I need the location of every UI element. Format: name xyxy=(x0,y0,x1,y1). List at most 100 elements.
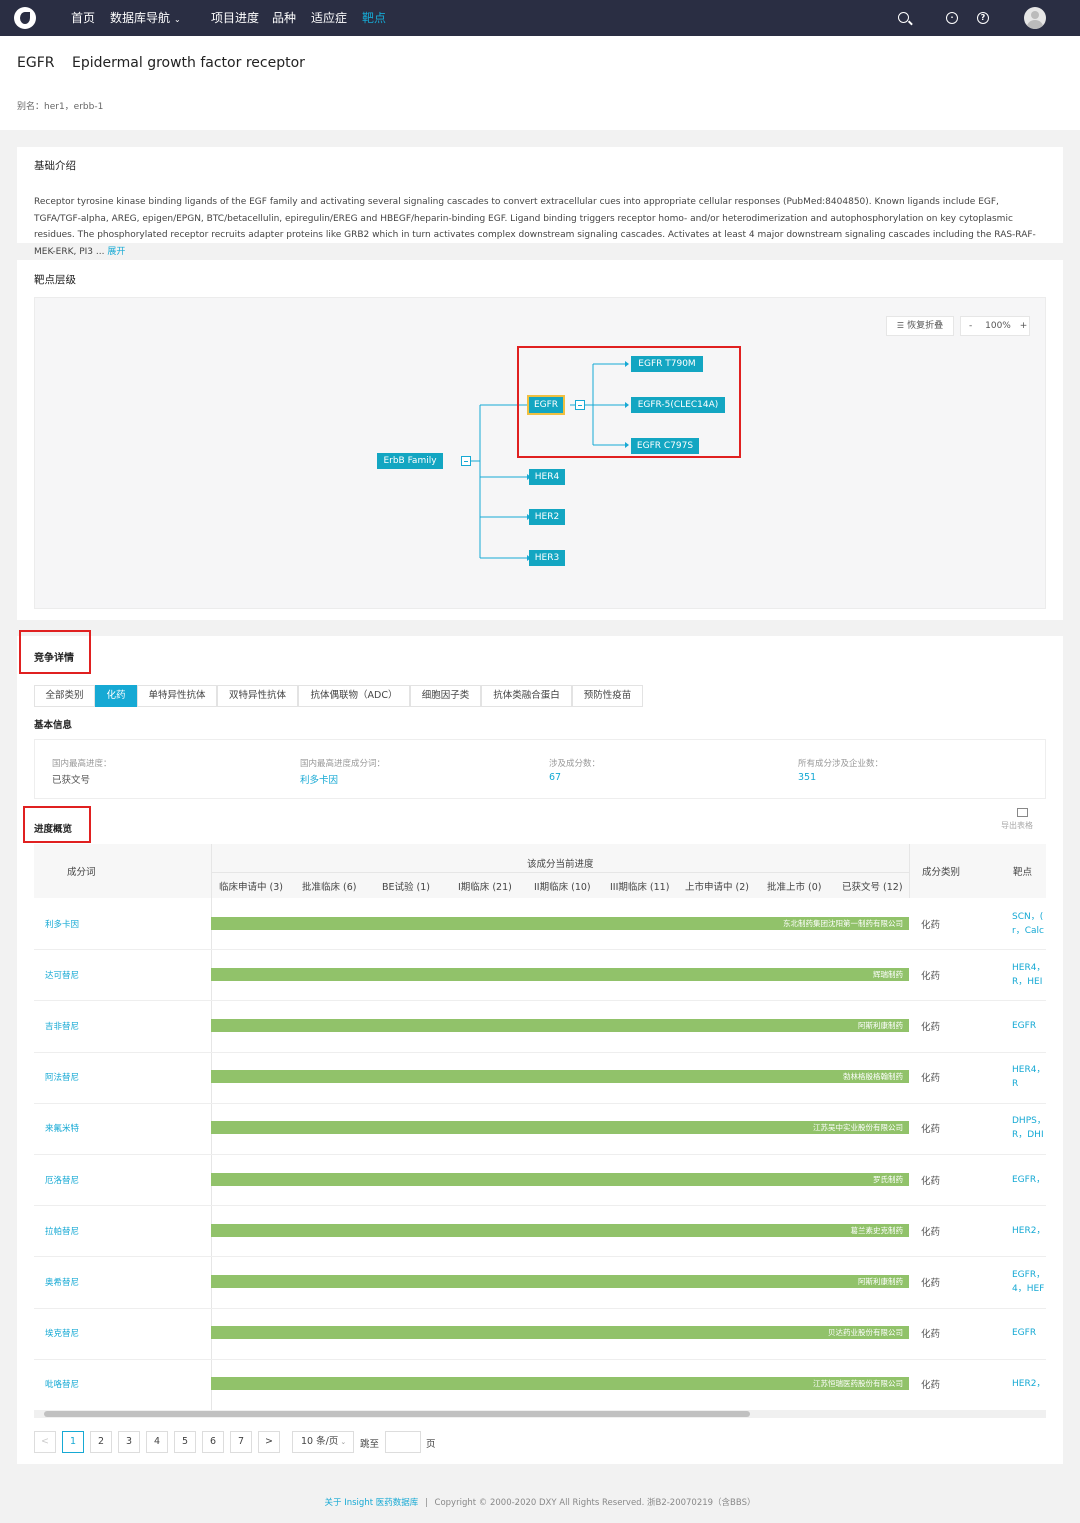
tab-bi-antibody[interactable]: 双特异性抗体 xyxy=(217,685,298,707)
row-target[interactable]: EGFR xyxy=(1012,1019,1046,1033)
row-ingredient-link[interactable]: 吉非替尼 xyxy=(45,1020,79,1032)
row-divider xyxy=(34,1205,1046,1206)
page-1[interactable]: 1 xyxy=(62,1431,84,1453)
intro-text: Receptor tyrosine kinase binding ligands… xyxy=(34,197,1036,257)
node-her3[interactable]: HER3 xyxy=(529,550,565,566)
row-target[interactable]: HER2， xyxy=(1012,1377,1046,1391)
stat-value-count[interactable]: 67 xyxy=(549,772,561,783)
progress-bar[interactable]: 东北制药集团沈阳第一制药有限公司 xyxy=(211,917,909,930)
jump-unit: 页 xyxy=(426,1439,436,1450)
progress-bar[interactable]: 贝达药业股份有限公司 xyxy=(211,1326,909,1339)
nav-item-progress[interactable]: 项目进度 xyxy=(211,0,259,36)
top-navbar: 首页 数据库导航 ⌄ 项目进度 品种 适应症 靶点 · ? xyxy=(0,0,1080,36)
nav-item-home[interactable]: 首页 xyxy=(71,0,95,36)
about-link[interactable]: 关于 Insight 医药数据库 xyxy=(325,1498,419,1508)
horizontal-scrollbar[interactable] xyxy=(34,1410,1046,1418)
stat-value-ingredient[interactable]: 利多卡因 xyxy=(300,772,338,786)
page-2[interactable]: 2 xyxy=(90,1431,112,1453)
row-ingredient-link[interactable]: 奥希替尼 xyxy=(45,1276,79,1288)
row-target[interactable]: HER2， xyxy=(1012,1224,1046,1238)
tab-fusion-protein[interactable]: 抗体类融合蛋白 xyxy=(481,685,572,707)
row-target[interactable]: SCN，(r，Calc xyxy=(1012,910,1046,938)
node-erbb-family[interactable]: ErbB Family xyxy=(377,453,443,469)
next-page-button[interactable]: > xyxy=(258,1431,280,1453)
row-ingredient-link[interactable]: 达可替尼 xyxy=(45,969,79,981)
row-target[interactable]: EGFR xyxy=(1012,1326,1046,1340)
progress-bar[interactable]: 罗氏制药 xyxy=(211,1173,909,1186)
tab-chemical[interactable]: 化药 xyxy=(95,685,137,707)
page-3[interactable]: 3 xyxy=(118,1431,140,1453)
progress-bar[interactable]: 葛兰素史克制药 xyxy=(211,1224,909,1237)
search-icon[interactable] xyxy=(898,12,909,23)
page-size-select[interactable]: 10 条/页 ⌄ xyxy=(292,1431,354,1453)
progress-bar[interactable]: 江苏吴中实业股份有限公司 xyxy=(211,1121,909,1134)
bar-company-label: 阿斯利康制药 xyxy=(858,1277,903,1286)
row-divider xyxy=(34,1359,1046,1360)
copyright: Copyright © 2000-2020 DXY All Rights Res… xyxy=(434,1498,756,1508)
row-ingredient-link[interactable]: 厄洛替尼 xyxy=(45,1174,79,1186)
col-header-name: 成分词 xyxy=(67,867,96,878)
stage-header: I期临床 (21) xyxy=(458,882,512,893)
export-table-button[interactable]: 导出表格 xyxy=(1001,808,1037,831)
tab-all[interactable]: 全部类别 xyxy=(34,685,95,707)
progress-bar[interactable]: 辉瑞制药 xyxy=(211,968,909,981)
nav-item-target[interactable]: 靶点 xyxy=(362,0,386,36)
tab-mono-antibody[interactable]: 单特异性抗体 xyxy=(137,685,217,707)
progress-bar[interactable]: 勃林格殷格翰制药 xyxy=(211,1070,909,1083)
row-ingredient-link[interactable]: 来氟米特 xyxy=(45,1122,79,1134)
page-5[interactable]: 5 xyxy=(174,1431,196,1453)
tab-adc[interactable]: 抗体偶联物（ADC） xyxy=(298,685,410,707)
prev-page-button[interactable]: < xyxy=(34,1431,56,1453)
stat-label-highest: 国内最高进度： xyxy=(52,759,112,769)
footer-separator: | xyxy=(424,1498,428,1508)
progress-bar[interactable]: 阿斯利康制药 xyxy=(211,1019,909,1032)
bar-company-label: 贝达药业股份有限公司 xyxy=(828,1328,903,1337)
row-divider xyxy=(34,1103,1046,1104)
col-header-progress: 该成分当前进度 xyxy=(527,859,594,870)
help-icon[interactable]: ? xyxy=(977,12,989,24)
page-7[interactable]: 7 xyxy=(230,1431,252,1453)
hierarchy-canvas[interactable]: ☰ 恢复折叠 - 100% + ErbB Family EGFR HER4 HE… xyxy=(34,297,1046,609)
row-ingredient-link[interactable]: 埃克替尼 xyxy=(45,1327,79,1339)
node-her4[interactable]: HER4 xyxy=(529,469,565,485)
tab-cytokine[interactable]: 细胞因子类 xyxy=(410,685,481,707)
row-type: 化药 xyxy=(921,1380,941,1391)
bulb-icon[interactable]: · xyxy=(946,12,958,24)
row-ingredient-link[interactable]: 吡咯替尼 xyxy=(45,1378,79,1390)
row-ingredient-link[interactable]: 利多卡因 xyxy=(45,918,79,930)
chevron-down-icon: ⌄ xyxy=(340,1438,347,1446)
bar-company-label: 勃林格殷格翰制药 xyxy=(843,1072,903,1081)
row-target[interactable]: HER4， R xyxy=(1012,1063,1046,1091)
tab-vaccine[interactable]: 预防性疫苗 xyxy=(572,685,643,707)
nav-item-indication[interactable]: 适应症 xyxy=(311,0,347,36)
nav-item-database[interactable]: 数据库导航 ⌄ xyxy=(110,0,181,36)
page-4[interactable]: 4 xyxy=(146,1431,168,1453)
row-ingredient-link[interactable]: 拉帕替尼 xyxy=(45,1225,79,1237)
stat-value-highest: 已获文号 xyxy=(52,775,91,786)
progress-bar[interactable]: 江苏恒瑞医药股份有限公司 xyxy=(211,1377,909,1390)
page-6[interactable]: 6 xyxy=(202,1431,224,1453)
row-target[interactable]: HER4， R，HEI xyxy=(1012,961,1046,989)
node-her2[interactable]: HER2 xyxy=(529,509,565,525)
row-ingredient-link[interactable]: 阿法替尼 xyxy=(45,1071,79,1083)
scrollbar-thumb[interactable] xyxy=(44,1411,750,1417)
jump-page-input[interactable] xyxy=(385,1431,421,1453)
row-target[interactable]: DHPS， R，DHI xyxy=(1012,1114,1046,1142)
stage-header: 批准临床 (6) xyxy=(302,882,357,893)
row-divider xyxy=(34,1000,1046,1001)
stat-label-count: 涉及成分数： xyxy=(549,759,601,769)
avatar[interactable] xyxy=(1024,7,1046,29)
stat-label-companies: 所有成分涉及企业数： xyxy=(798,759,884,769)
bar-company-label: 辉瑞制药 xyxy=(873,970,903,979)
nav-item-variety[interactable]: 品种 xyxy=(272,0,296,36)
progress-bar[interactable]: 阿斯利康制药 xyxy=(211,1275,909,1288)
target-aliases: 别名：her1，erbb-1 xyxy=(17,102,104,112)
competition-card: 竞争详情 全部类别 化药 单特异性抗体 双特异性抗体 抗体偶联物（ADC） 细胞… xyxy=(17,630,1063,1464)
row-type: 化药 xyxy=(921,1278,941,1289)
logo-icon[interactable] xyxy=(14,7,36,29)
collapse-erbb-icon[interactable] xyxy=(461,456,471,466)
row-target[interactable]: EGFR， 4，HEF xyxy=(1012,1268,1046,1296)
expand-link[interactable]: 展开 xyxy=(107,247,125,257)
row-target[interactable]: EGFR， xyxy=(1012,1173,1046,1187)
stat-value-companies[interactable]: 351 xyxy=(798,772,816,783)
